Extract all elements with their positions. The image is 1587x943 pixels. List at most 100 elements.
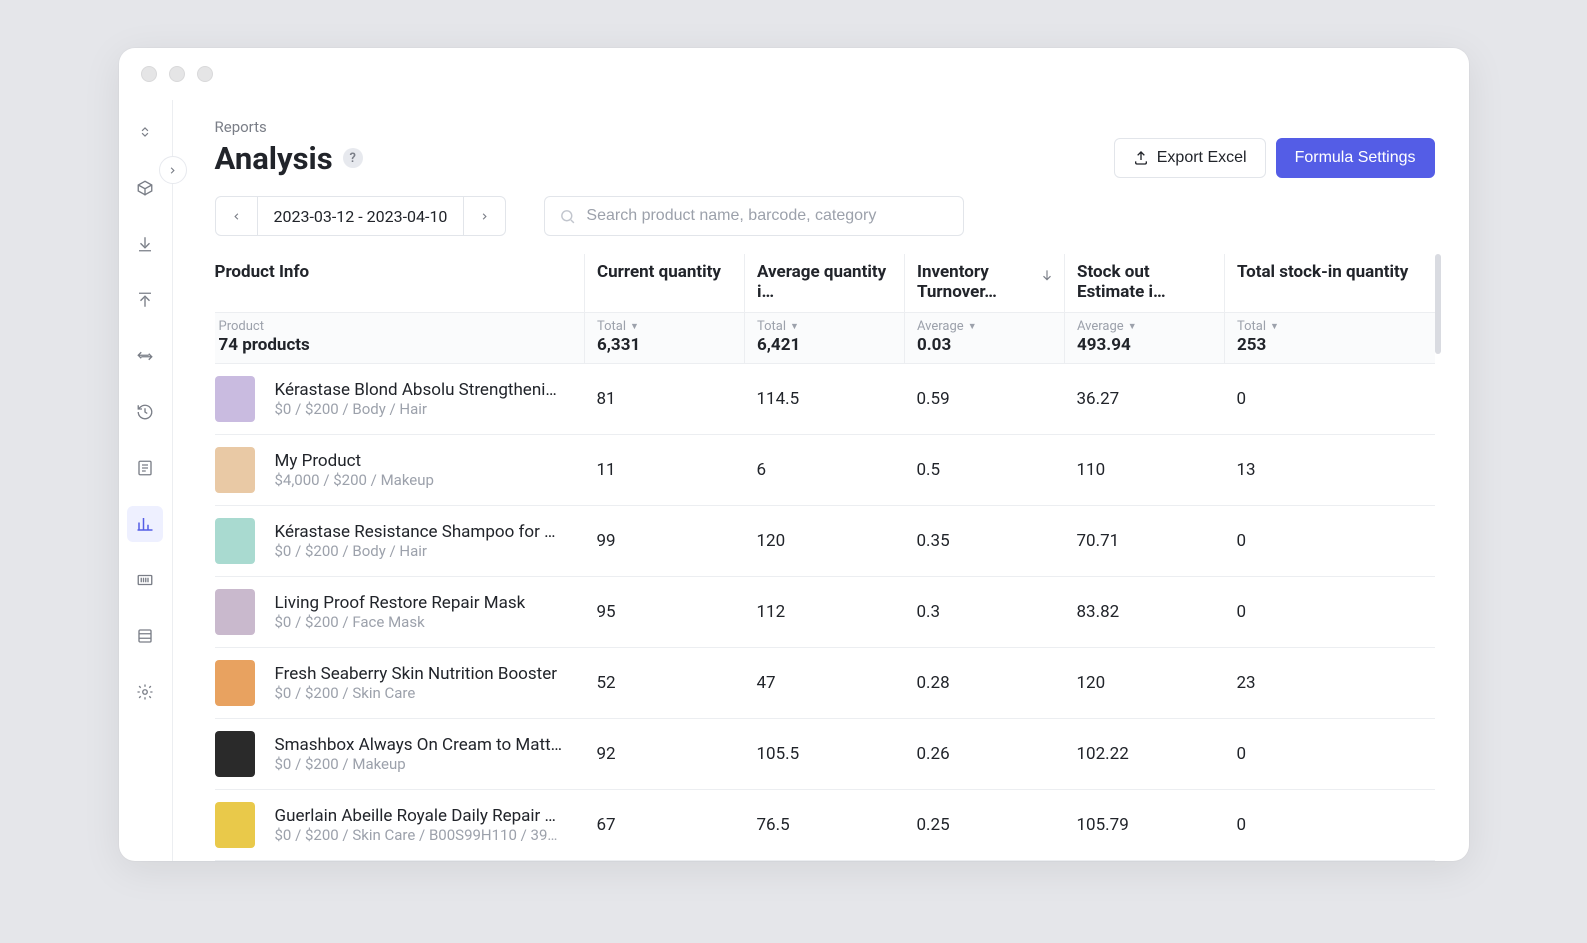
product-name: Guerlain Abeille Royale Daily Repair Ser…	[275, 806, 565, 826]
sidebar-item-reports[interactable]	[127, 450, 163, 486]
cell-stockout: 120	[1065, 648, 1225, 719]
sidebar-item-products[interactable]	[127, 170, 163, 206]
cell-average: 105.5	[745, 719, 905, 790]
col-average[interactable]: Average quantity i…	[745, 254, 905, 313]
cell-average: 120	[745, 506, 905, 577]
sidebar-item-list[interactable]	[127, 618, 163, 654]
product-thumbnail	[215, 589, 255, 635]
product-thumbnail	[215, 660, 255, 706]
cell-average: 76.5	[745, 790, 905, 861]
caret-down-icon: ▼	[1128, 321, 1137, 332]
product-meta: $0 / $200 / Skin Care / B00S99H110 / 391…	[275, 826, 565, 844]
search-box[interactable]	[544, 196, 964, 236]
cell-stockout: 70.71	[1065, 506, 1225, 577]
table-row[interactable]: My Product $4,000 / $200 / Makeup 11 6 0…	[215, 435, 1435, 506]
cell-current: 81	[585, 364, 745, 435]
col-current[interactable]: Current quantity	[585, 254, 745, 313]
cell-average: 6	[745, 435, 905, 506]
sidebar-item-transfer[interactable]	[127, 338, 163, 374]
cell-stockout: 105.79	[1065, 790, 1225, 861]
col-turnover[interactable]: Inventory Turnover…	[905, 254, 1065, 313]
table-row[interactable]: Kérastase Blond Absolu Strengthening … $…	[215, 364, 1435, 435]
help-icon[interactable]: ?	[343, 148, 363, 168]
sidebar-item-settings[interactable]	[127, 674, 163, 710]
cell-current: 92	[585, 719, 745, 790]
cell-stockout: 110	[1065, 435, 1225, 506]
summary-average[interactable]: Total ▼ 6,421	[745, 313, 905, 364]
product-name: My Product	[275, 451, 434, 471]
product-meta: $0 / $200 / Body / Hair	[275, 542, 565, 560]
product-name: Smashbox Always On Cream to Matte Li…	[275, 735, 565, 755]
product-name: Kérastase Blond Absolu Strengthening …	[275, 380, 565, 400]
cell-average: 114.5	[745, 364, 905, 435]
sidebar-item-barcode[interactable]	[127, 562, 163, 598]
table-row[interactable]: Fresh Seaberry Skin Nutrition Booster $0…	[215, 648, 1435, 719]
page-title: Analysis	[215, 140, 333, 177]
summary-current[interactable]: Total ▼ 6,331	[585, 313, 745, 364]
scrollbar[interactable]	[1435, 254, 1441, 354]
cell-stockout: 102.22	[1065, 719, 1225, 790]
sort-down-icon	[1040, 268, 1054, 282]
window-minimize-icon[interactable]	[169, 66, 185, 82]
sidebar-item-stockout[interactable]	[127, 282, 163, 318]
cell-turnover: 0.35	[905, 506, 1065, 577]
sidebar-item-stockin[interactable]	[127, 226, 163, 262]
col-product[interactable]: Product Info	[215, 254, 585, 313]
date-range-label[interactable]: 2023-03-12 - 2023-04-10	[258, 197, 464, 235]
sidebar-item-history[interactable]	[127, 394, 163, 430]
window-zoom-icon[interactable]	[197, 66, 213, 82]
cell-stockin: 0	[1225, 719, 1435, 790]
cell-stockin: 0	[1225, 577, 1435, 648]
table-row[interactable]: Kérastase Resistance Shampoo for Dam… $0…	[215, 506, 1435, 577]
titlebar	[119, 48, 1469, 100]
product-thumbnail	[215, 518, 255, 564]
cell-turnover: 0.59	[905, 364, 1065, 435]
product-meta: $4,000 / $200 / Makeup	[275, 471, 434, 489]
product-thumbnail	[215, 447, 255, 493]
product-name: Kérastase Resistance Shampoo for Dam…	[275, 522, 565, 542]
table-row[interactable]: Living Proof Restore Repair Mask $0 / $2…	[215, 577, 1435, 648]
product-thumbnail	[215, 376, 255, 422]
formula-settings-button[interactable]: Formula Settings	[1276, 138, 1435, 178]
product-thumbnail	[215, 731, 255, 777]
search-input[interactable]	[586, 207, 949, 225]
caret-down-icon: ▼	[968, 321, 977, 332]
date-range-picker[interactable]: 2023-03-12 - 2023-04-10	[215, 196, 507, 236]
sidebar-expand-button[interactable]	[159, 156, 187, 184]
export-excel-button[interactable]: Export Excel	[1114, 138, 1266, 178]
cell-stockout: 36.27	[1065, 364, 1225, 435]
cell-turnover: 0.28	[905, 648, 1065, 719]
sidebar-collapse-icon[interactable]	[127, 114, 163, 150]
app-window: Reports Analysis ? Export Excel Formula …	[119, 48, 1469, 861]
cell-current: 99	[585, 506, 745, 577]
date-next-button[interactable]	[463, 197, 505, 235]
window-close-icon[interactable]	[141, 66, 157, 82]
product-meta: $0 / $200 / Face Mask	[275, 613, 526, 631]
table-row[interactable]: Guerlain Abeille Royale Daily Repair Ser…	[215, 790, 1435, 861]
cell-current: 11	[585, 435, 745, 506]
product-name: Living Proof Restore Repair Mask	[275, 593, 526, 613]
sidebar	[119, 100, 173, 861]
main-content: Reports Analysis ? Export Excel Formula …	[173, 100, 1469, 861]
summary-stockin[interactable]: Total ▼ 253	[1225, 313, 1435, 364]
product-thumbnail	[215, 802, 255, 848]
cell-stockin: 23	[1225, 648, 1435, 719]
breadcrumb: Reports	[215, 118, 1435, 136]
sidebar-item-analysis[interactable]	[127, 506, 163, 542]
cell-turnover: 0.26	[905, 719, 1065, 790]
cell-current: 67	[585, 790, 745, 861]
col-stockout[interactable]: Stock out Estimate i…	[1065, 254, 1225, 313]
cell-stockout: 83.82	[1065, 577, 1225, 648]
caret-down-icon: ▼	[790, 321, 799, 332]
table-row[interactable]: Smashbox Always On Cream to Matte Li… $0…	[215, 719, 1435, 790]
summary-product: Product 74 products	[215, 313, 585, 364]
col-stockin[interactable]: Total stock-in quantity	[1225, 254, 1435, 313]
caret-down-icon: ▼	[1270, 321, 1279, 332]
date-prev-button[interactable]	[216, 197, 258, 235]
summary-stockout[interactable]: Average ▼ 493.94	[1065, 313, 1225, 364]
summary-turnover[interactable]: Average ▼ 0.03	[905, 313, 1065, 364]
cell-turnover: 0.25	[905, 790, 1065, 861]
product-meta: $0 / $200 / Body / Hair	[275, 400, 565, 418]
product-meta: $0 / $200 / Makeup	[275, 755, 565, 773]
export-excel-label: Export Excel	[1157, 149, 1247, 167]
